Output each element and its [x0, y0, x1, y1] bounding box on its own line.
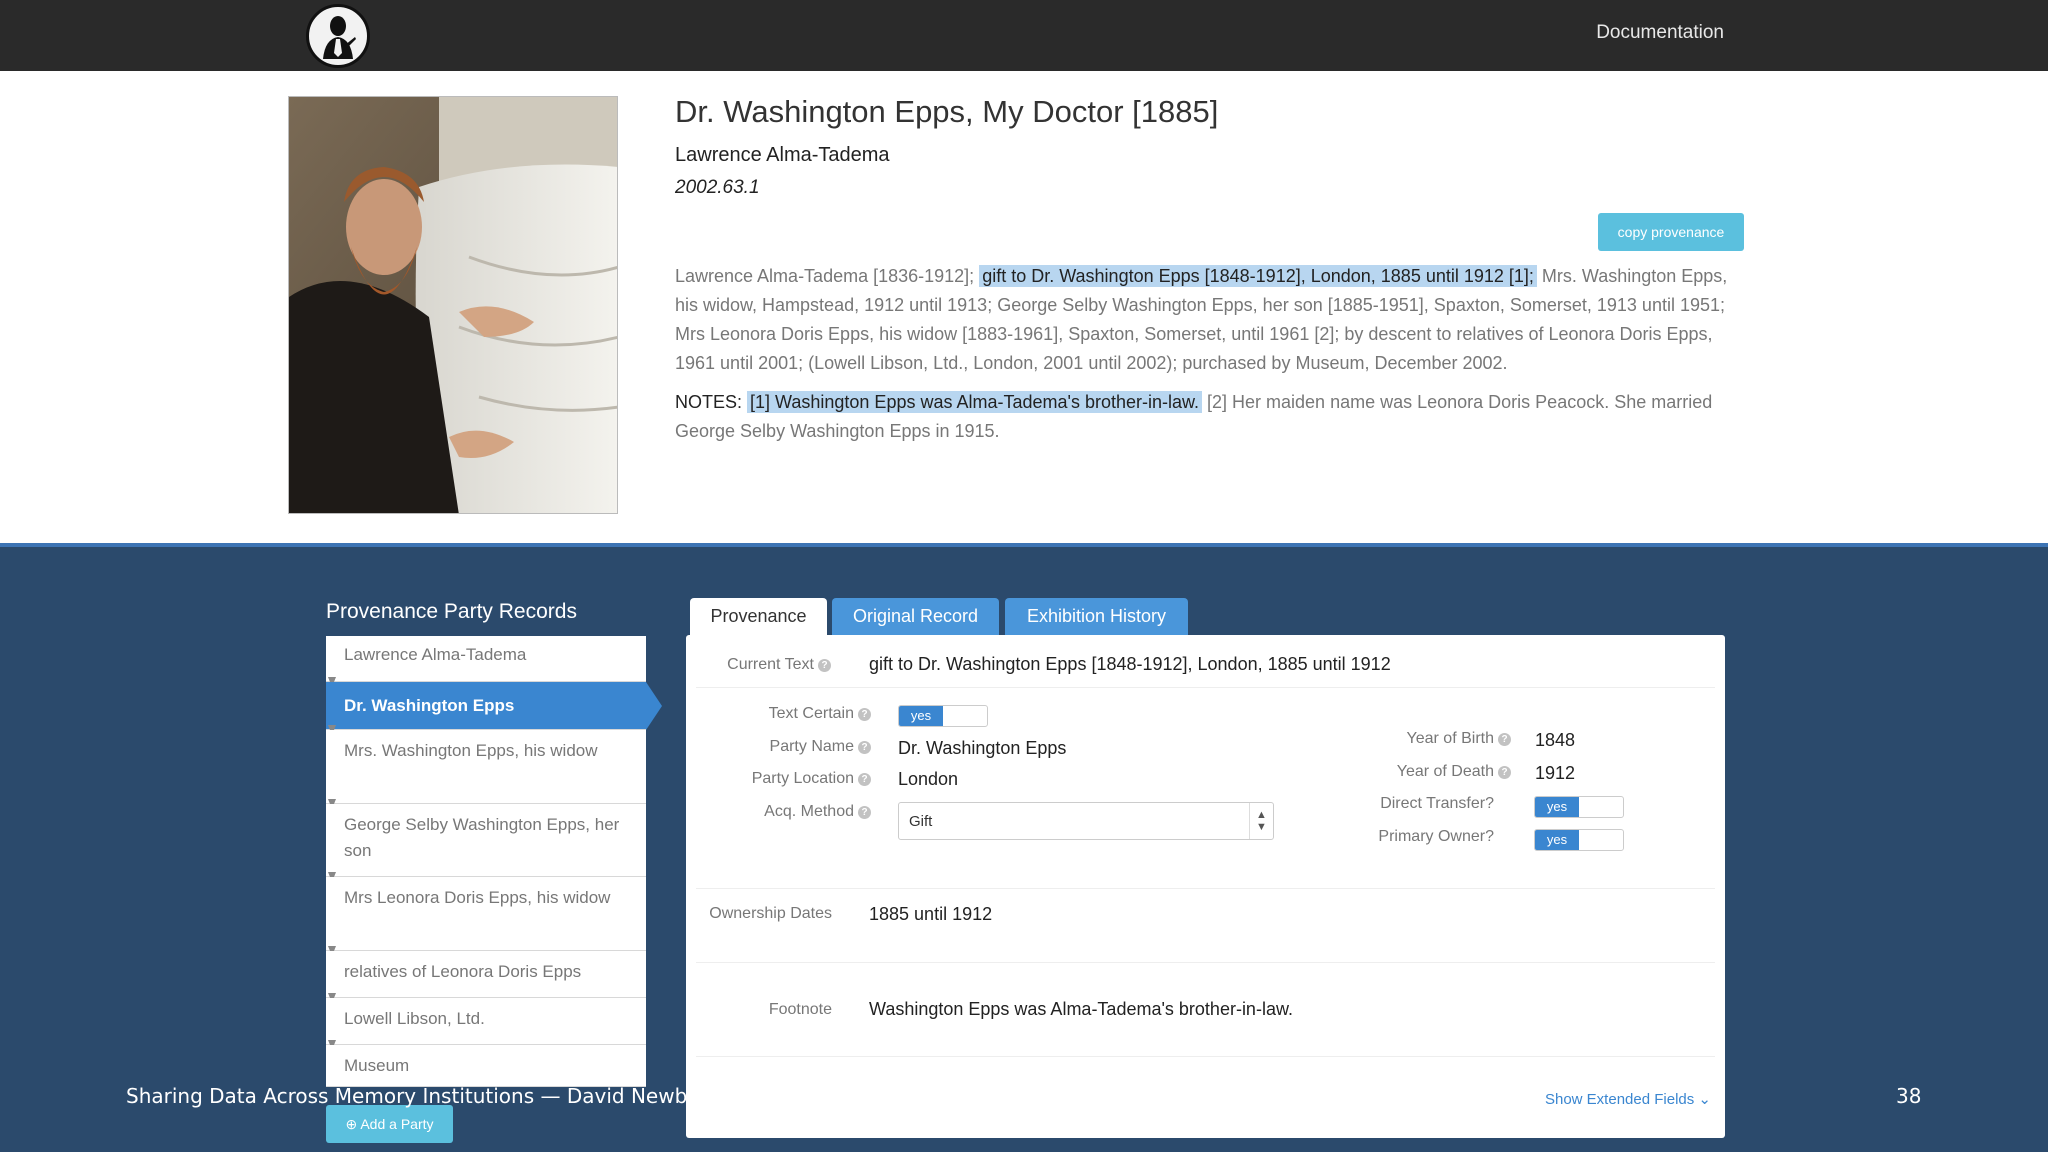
help-icon[interactable]: ?	[858, 806, 871, 819]
logo-portrait-icon[interactable]	[306, 4, 370, 68]
acq-method-select[interactable]: Gift ▲ ▼	[898, 802, 1274, 840]
provenance-notes: NOTES: [1] Washington Epps was Alma-Tade…	[675, 388, 1735, 446]
direct-transfer-label: Direct Transfer?	[1380, 795, 1494, 812]
party-item-label: Mrs Leonora Doris Epps, his widow	[344, 888, 611, 907]
tab-exhibition-history[interactable]: Exhibition History	[1005, 598, 1188, 636]
party-list: Lawrence Alma-Tadema Dr. Washington Epps…	[326, 636, 662, 1087]
footnote-value[interactable]: Washington Epps was Alma-Tadema's brothe…	[869, 999, 1293, 1020]
toggle-on-label: yes	[899, 706, 943, 726]
add-party-button[interactable]: ⊕ Add a Party	[326, 1105, 453, 1143]
documentation-link[interactable]: Documentation	[1596, 22, 1724, 44]
tab-provenance[interactable]: Provenance	[690, 598, 827, 636]
notes-highlight[interactable]: [1] Washington Epps was Alma-Tadema's br…	[747, 391, 1203, 413]
party-item-label: Museum	[344, 1056, 410, 1075]
provenance-text: Lawrence Alma-Tadema [1836-1912]; gift t…	[675, 262, 1735, 378]
current-text-label: Current Text?	[696, 656, 831, 674]
help-icon[interactable]: ?	[1498, 766, 1511, 779]
record-panel: Current Text? gift to Dr. Washington Epp…	[686, 635, 1725, 1138]
party-item-label: relatives of Leonora Doris Epps	[344, 962, 582, 981]
year-of-death-value[interactable]: 1912	[1535, 763, 1575, 784]
toggle-on-label: yes	[1535, 830, 1579, 850]
copy-provenance-button[interactable]: copy provenance	[1598, 213, 1744, 251]
chevron-down-icon: ⌄	[1698, 1091, 1711, 1108]
party-item-label: Dr. Washington Epps	[344, 696, 515, 715]
party-item[interactable]: Mrs Leonora Doris Epps, his widow	[326, 877, 646, 956]
provenance-text-start: Lawrence Alma-Tadema [1836-1912];	[675, 266, 980, 286]
label-text: Year of Death	[1396, 763, 1494, 780]
divider	[696, 1056, 1715, 1057]
show-extended-fields-link[interactable]: Show Extended Fields ⌄	[1545, 1090, 1711, 1108]
party-item[interactable]: George Selby Washington Epps, her son	[326, 804, 646, 882]
party-item[interactable]: Mrs. Washington Epps, his widow	[326, 730, 646, 809]
party-item[interactable]: Museum	[326, 1045, 646, 1087]
tab-original-record[interactable]: Original Record	[832, 598, 999, 636]
direct-transfer-toggle[interactable]: yes	[1534, 796, 1624, 818]
divider	[696, 888, 1715, 889]
plus-circle-icon: ⊕	[345, 1115, 358, 1132]
slide-footer: Sharing Data Across Memory Institutions …	[126, 1084, 720, 1108]
select-arrows-icon: ▲ ▼	[1249, 803, 1273, 839]
help-icon[interactable]: ?	[858, 708, 871, 721]
accession-number: 2002.63.1	[675, 177, 760, 198]
party-item-label: Lawrence Alma-Tadema	[344, 645, 527, 664]
notes-label: NOTES:	[675, 392, 743, 412]
primary-owner-toggle[interactable]: yes	[1534, 829, 1624, 851]
divider	[696, 687, 1715, 688]
ownership-dates-value[interactable]: 1885 until 1912	[869, 904, 992, 925]
current-text-value: gift to Dr. Washington Epps [1848-1912],…	[869, 654, 1391, 674]
party-item[interactable]: Lawrence Alma-Tadema	[326, 636, 646, 687]
text-certain-label: Text Certain?	[696, 705, 871, 723]
top-navbar: Documentation	[0, 0, 2048, 71]
party-name-label: Party Name?	[696, 738, 871, 756]
help-icon[interactable]: ?	[1498, 733, 1511, 746]
year-of-birth-label: Year of Birth?	[1326, 730, 1511, 748]
artwork-artist: Lawrence Alma-Tadema	[675, 144, 890, 166]
label-text: Text Certain	[768, 705, 854, 722]
party-item-label: George Selby Washington Epps, her son	[344, 815, 620, 860]
artwork-image	[288, 96, 618, 514]
label-text: Party Name	[769, 738, 854, 755]
help-icon[interactable]: ?	[858, 741, 871, 754]
party-item[interactable]: Lowell Libson, Ltd.	[326, 998, 646, 1050]
year-of-birth-value[interactable]: 1848	[1535, 730, 1575, 751]
year-of-death-label: Year of Death?	[1326, 763, 1511, 781]
party-records-heading: Provenance Party Records	[326, 600, 577, 623]
add-party-label: Add a Party	[360, 1115, 434, 1132]
primary-owner-label: Primary Owner?	[1378, 828, 1494, 845]
toggle-on-label: yes	[1535, 797, 1579, 817]
acq-method-label: Acq. Method?	[696, 803, 871, 821]
party-item[interactable]: relatives of Leonora Doris Epps	[326, 951, 646, 1003]
party-location-value[interactable]: London	[898, 769, 958, 790]
show-extended-label: Show Extended Fields	[1544, 1091, 1695, 1108]
artwork-title: Dr. Washington Epps, My Doctor [1885]	[675, 94, 1219, 129]
party-location-label: Party Location?	[696, 770, 871, 788]
divider	[696, 962, 1715, 963]
ownership-dates-label: Ownership Dates	[709, 905, 832, 922]
footnote-label: Footnote	[768, 1001, 832, 1018]
text-certain-toggle[interactable]: yes	[898, 705, 988, 727]
party-item-label: Lowell Libson, Ltd.	[344, 1009, 485, 1028]
label-text: Year of Birth	[1406, 730, 1494, 747]
label-text: Current Text	[727, 656, 814, 673]
party-item-active[interactable]: Dr. Washington Epps	[326, 682, 662, 735]
party-name-value[interactable]: Dr. Washington Epps	[898, 738, 1066, 759]
help-icon[interactable]: ?	[858, 773, 871, 786]
help-icon[interactable]: ?	[818, 659, 831, 672]
acq-method-value: Gift	[909, 813, 933, 830]
label-text: Party Location	[751, 770, 854, 787]
slide-number: 38	[1896, 1084, 1922, 1108]
party-item-label: Mrs. Washington Epps, his widow	[344, 741, 598, 760]
label-text: Acq. Method	[764, 803, 854, 820]
provenance-highlight[interactable]: gift to Dr. Washington Epps [1848-1912],…	[979, 265, 1537, 287]
